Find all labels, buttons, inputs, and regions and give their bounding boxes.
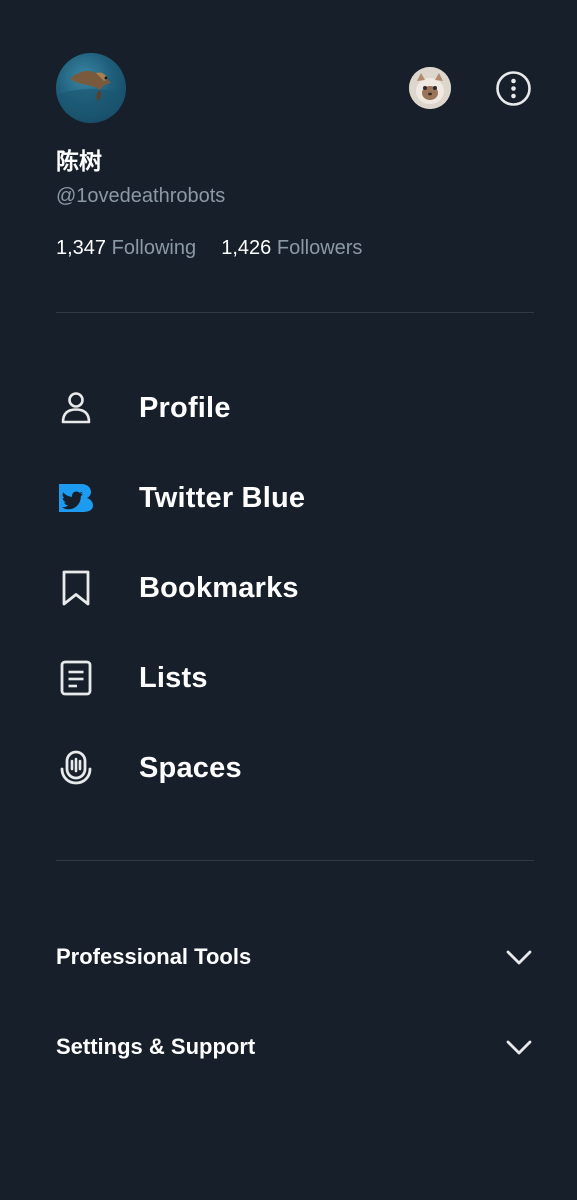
list-icon <box>56 658 96 698</box>
bird-photo-image <box>56 71 126 117</box>
spaces-icon <box>56 748 96 788</box>
follow-stats: 1,347 Following 1,426 Followers <box>56 235 362 261</box>
followers-label: Followers <box>276 237 363 259</box>
menu-item-lists[interactable]: Lists <box>56 648 534 708</box>
menu-item-bookmarks[interactable]: Bookmarks <box>56 558 534 618</box>
divider-top <box>56 312 534 313</box>
bookmark-icon <box>56 568 96 608</box>
menu-item-profile[interactable]: Profile <box>56 378 534 438</box>
profile-avatar[interactable] <box>56 53 126 123</box>
following-label: Following <box>111 237 197 259</box>
more-options-button[interactable] <box>495 70 532 107</box>
person-icon <box>56 388 96 428</box>
menu-item-label: Lists <box>139 661 208 694</box>
user-handle: @1ovedeathrobots <box>56 185 226 207</box>
followers-count: 1,426 <box>221 237 272 259</box>
section-label: Professional Tools <box>56 944 252 969</box>
menu-item-spaces[interactable]: Spaces <box>56 738 534 798</box>
section-professional-tools[interactable]: Professional Tools <box>56 932 534 982</box>
navigation-drawer: 陈树 @1ovedeathrobots 1,347 Following 1,42… <box>0 0 577 1200</box>
section-label: Settings & Support <box>56 1034 256 1059</box>
chevron-down-icon <box>506 1040 532 1055</box>
following-count: 1,347 <box>56 237 107 259</box>
following-link[interactable]: 1,347 Following <box>56 237 202 259</box>
menu-item-label: Twitter Blue <box>139 481 306 514</box>
followers-link[interactable]: 1,426 Followers <box>216 237 363 259</box>
menu-item-label: Spaces <box>139 751 242 784</box>
menu-item-label: Profile <box>139 391 231 424</box>
chevron-down-icon <box>506 950 532 965</box>
switch-account-avatar[interactable] <box>409 67 451 109</box>
twitter-blue-icon <box>56 478 96 518</box>
cat-photo-image <box>409 67 451 109</box>
display-name: 陈树 <box>56 149 102 175</box>
more-options-icon <box>496 71 531 106</box>
divider-bottom <box>56 860 534 861</box>
menu-item-label: Bookmarks <box>139 571 299 604</box>
section-settings-support[interactable]: Settings & Support <box>56 1022 534 1072</box>
menu-item-twitter-blue[interactable]: Twitter Blue <box>56 468 534 528</box>
